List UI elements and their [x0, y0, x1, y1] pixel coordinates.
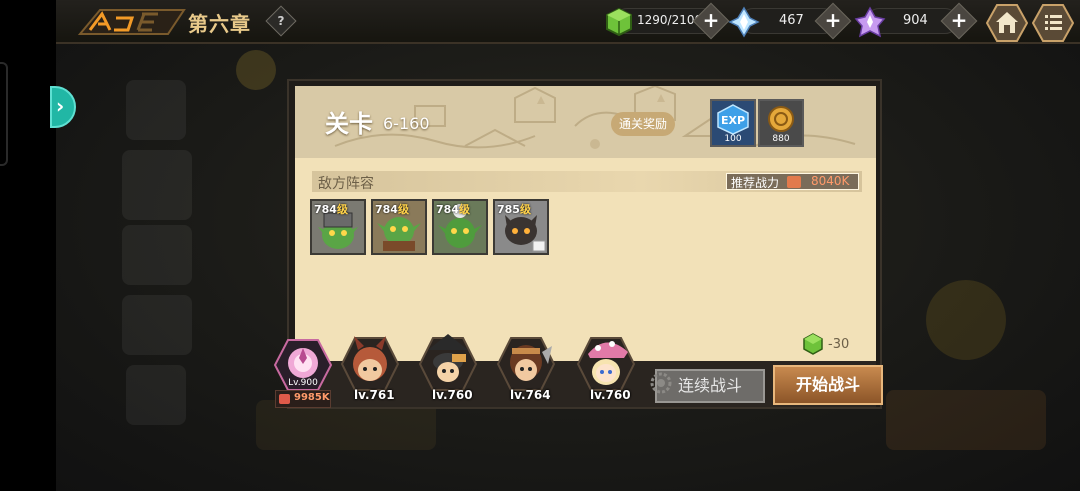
- enemy-level: 784级: [375, 203, 409, 216]
- top-bar: 第六章 ? 1290/2100 + 467 + 904 +: [56, 0, 1080, 44]
- chevron-right-icon: ›: [56, 94, 65, 118]
- screen-edge: [0, 0, 56, 491]
- help-icon[interactable]: ?: [265, 5, 297, 37]
- green-cube-icon: [803, 333, 823, 355]
- enemy-slot[interactable]: 784级: [310, 199, 366, 255]
- plus-icon: +: [950, 8, 968, 32]
- team-leader-avatar[interactable]: Lv.900: [274, 338, 332, 392]
- background-blur: [126, 80, 186, 140]
- stamina-cost: -30: [802, 333, 849, 359]
- stage-label: 关卡: [325, 110, 373, 138]
- stage-number: 6-160: [383, 114, 430, 133]
- hero-slot[interactable]: lv.760: [418, 332, 478, 402]
- leader-level: Lv.900: [288, 378, 318, 388]
- hero-slot[interactable]: lv.761: [340, 332, 400, 402]
- background-blur: [122, 295, 192, 355]
- background-blur: [886, 390, 1046, 450]
- gem-value: 904: [903, 13, 928, 28]
- hero-slot[interactable]: lv.764: [496, 332, 556, 402]
- clear-reward-button[interactable]: 通关奖励: [611, 112, 675, 136]
- gear-icon: [650, 372, 672, 394]
- home-icon[interactable]: [986, 4, 1028, 42]
- enemy-level: 785级: [497, 203, 531, 216]
- crystal-icon: [728, 6, 760, 38]
- gold-count: 880: [772, 134, 790, 144]
- hero-slot[interactable]: lv.760: [576, 332, 636, 402]
- fist-icon: [279, 394, 290, 404]
- background-blur: [126, 365, 186, 425]
- background-blur: [122, 150, 192, 220]
- background-blur: [122, 225, 192, 285]
- help-symbol: ?: [277, 14, 285, 28]
- hero-level: lv.761: [354, 388, 395, 402]
- enemy-level: 784级: [436, 203, 470, 216]
- hero-level: lv.764: [510, 388, 551, 402]
- hero-portrait: [576, 337, 636, 391]
- gold-coin-icon: [768, 106, 794, 132]
- purple-gem-icon: [854, 6, 886, 38]
- fist-icon: [787, 176, 801, 188]
- exp-text: EXP: [721, 114, 745, 127]
- recommended-power-label: 推荐战力: [731, 176, 780, 190]
- recommended-power: 推荐战力 8040K: [726, 173, 859, 190]
- background-blur: [926, 280, 1006, 360]
- hero-level: lv.760: [432, 388, 473, 402]
- plus-icon: +: [702, 8, 720, 32]
- diamond-value: 467: [779, 13, 804, 28]
- enemy-slot[interactable]: 785级: [493, 199, 549, 255]
- start-battle-button[interactable]: 开始战斗: [773, 365, 883, 405]
- hero-level: lv.760: [590, 388, 631, 402]
- plus-icon: +: [824, 8, 842, 32]
- game-logo[interactable]: [76, 6, 188, 38]
- reward-gold[interactable]: 880: [758, 99, 804, 147]
- hero-portrait: [340, 336, 400, 391]
- background-blur: [236, 50, 276, 90]
- enemy-lineup-label: 敌方阵容: [318, 176, 374, 192]
- hero-portrait: [418, 334, 478, 391]
- exp-icon: EXP: [717, 104, 749, 135]
- device-notch: [0, 62, 8, 166]
- team-power-value: 9985K: [294, 392, 330, 403]
- recommended-power-value: 8040K: [811, 174, 850, 188]
- hero-portrait: [496, 337, 556, 391]
- green-cube-icon: [606, 7, 632, 37]
- menu-icon[interactable]: [1032, 4, 1074, 42]
- chapter-title: 第六章: [188, 12, 251, 36]
- stamina-cost-value: -30: [828, 337, 850, 352]
- enemy-level: 784级: [314, 203, 348, 216]
- stage-body: 敌方阵容 推荐战力 8040K 784级 784级 784级 785级 -30: [295, 158, 876, 361]
- exp-count: 100: [724, 134, 742, 144]
- enemy-slot[interactable]: 784级: [432, 199, 488, 255]
- game-screen: 第六章 ? 1290/2100 + 467 + 904 + › 关卡 6-160…: [0, 0, 1080, 491]
- enemy-lineup-bar: 敌方阵容 推荐战力 8040K: [312, 171, 862, 192]
- team-power: 9985K: [275, 390, 331, 408]
- reward-exp[interactable]: EXP 100: [710, 99, 756, 147]
- stage-header: 关卡 6-160 通关奖励 EXP 100 880: [295, 86, 876, 158]
- enemy-slot[interactable]: 784级: [371, 199, 427, 255]
